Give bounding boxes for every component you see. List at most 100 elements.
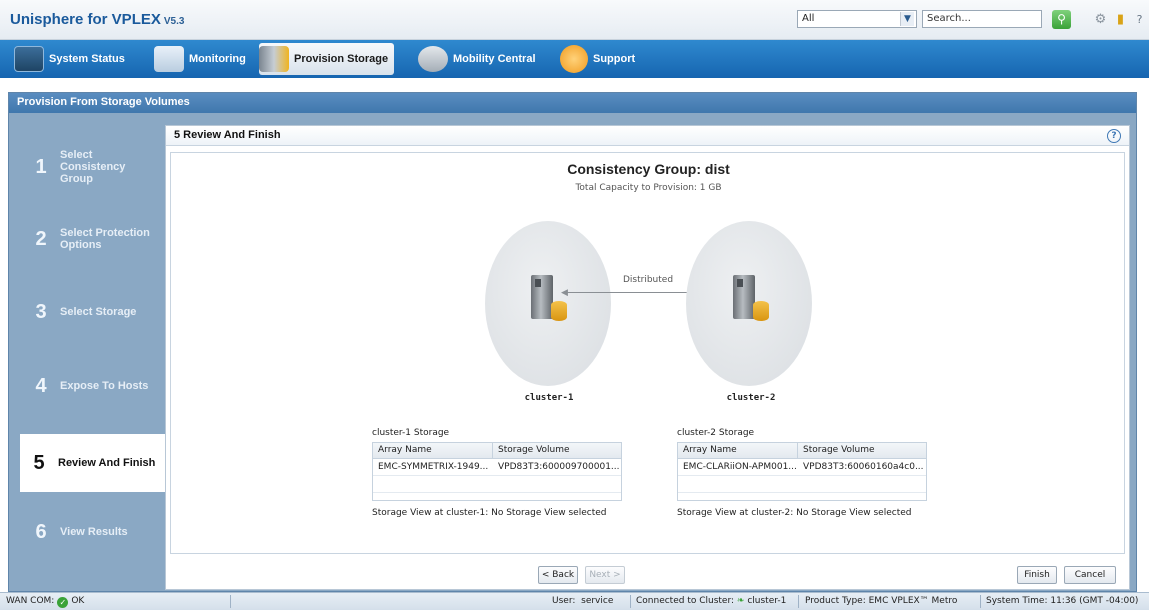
finish-button[interactable]: Finish	[1017, 566, 1057, 584]
product-type-status: Product Type: EMC VPLEX™ Metro	[805, 596, 957, 606]
cluster-1-storage-view: Storage View at cluster-1: No Storage Vi…	[372, 508, 607, 518]
product-value: EMC VPLEX™ Metro	[868, 596, 958, 606]
review-content: 5 Review And Finish ? Consistency Group:…	[165, 125, 1130, 590]
table-row-empty	[678, 476, 926, 493]
wizard-step-1[interactable]: 1 Select Consistency Group	[30, 149, 180, 185]
database-arrow-icon	[418, 46, 448, 72]
cluster-leaf-icon: ❧	[736, 596, 745, 606]
table-header: Array Name Storage Volume	[373, 443, 621, 459]
column-header-volume[interactable]: Storage Volume	[798, 443, 926, 458]
search-scope-value: All	[802, 13, 815, 24]
question-circle-icon	[560, 45, 588, 73]
cluster-1-label: cluster-1	[524, 393, 574, 403]
disk-stack-icon	[753, 301, 769, 321]
server-icon	[531, 275, 553, 319]
table-row[interactable]: EMC-SYMMETRIX-1949... VPD83T3:6000097000…	[373, 459, 621, 476]
nav-label: Monitoring	[189, 53, 246, 65]
wan-com-value: OK	[71, 596, 85, 606]
wizard-title: Provision From Storage Volumes	[9, 93, 1136, 113]
search-placeholder: Search...	[927, 13, 971, 24]
back-button[interactable]: < Back	[538, 566, 578, 584]
status-divider	[980, 595, 981, 608]
step-number: 3	[35, 300, 47, 323]
app-version: V5.3	[163, 16, 185, 27]
step-number: 1	[35, 155, 47, 178]
connected-label: Connected to Cluster:	[636, 596, 735, 606]
array-name-cell: EMC-SYMMETRIX-1949...	[378, 462, 489, 472]
search-scope-select[interactable]: All ▼	[797, 10, 917, 28]
table-row-empty	[373, 493, 621, 500]
chevron-down-icon[interactable]: ▼	[900, 12, 914, 26]
nav-system-status[interactable]: System Status	[14, 43, 125, 75]
cluster-1-storage-table: Array Name Storage Volume EMC-SYMMETRIX-…	[372, 442, 622, 501]
title-bar: Unisphere for VPLEX V5.3 All ▼ Search... …	[0, 0, 1149, 40]
disk-stack-icon	[551, 301, 567, 321]
app-title: Unisphere for VPLEX V5.3	[10, 11, 184, 28]
step-label: Select Consistency Group	[60, 149, 126, 185]
step-label: Select Protection Options	[60, 227, 150, 251]
table-row-empty	[373, 476, 621, 493]
user-value: service	[581, 596, 614, 606]
connected-value: cluster-1	[747, 596, 787, 606]
cluster-1-storage-title: cluster-1 Storage	[372, 428, 450, 438]
wan-com-status: WAN COM: ✓ OK	[6, 596, 84, 608]
wizard-step-2[interactable]: 2 Select Protection Options	[30, 222, 180, 256]
status-bar: WAN COM: ✓ OK User: service Connected to C…	[0, 592, 1149, 610]
server-icon	[733, 275, 755, 319]
nav-monitoring[interactable]: Monitoring	[154, 43, 246, 75]
step-number: 2	[35, 227, 47, 250]
help-icon[interactable]: ?	[1107, 129, 1121, 143]
search-icon[interactable]: ⚲	[1052, 10, 1071, 29]
nav-label: Support	[593, 53, 636, 65]
wizard-step-6[interactable]: 6 View Results	[30, 520, 180, 544]
next-button[interactable]: Next >	[585, 566, 625, 584]
gear-icon[interactable]: ⚙	[1092, 11, 1109, 28]
column-header-array[interactable]: Array Name	[373, 443, 493, 458]
search-input[interactable]: Search...	[922, 10, 1042, 28]
user-status: User: service	[552, 596, 613, 606]
step-label: View Results	[60, 526, 128, 538]
cluster-2-storage-table: Array Name Storage Volume EMC-CLARiiON-A…	[677, 442, 927, 501]
cancel-button[interactable]: Cancel	[1064, 566, 1116, 584]
table-header: Array Name Storage Volume	[678, 443, 926, 459]
cluster-2-storage-view: Storage View at cluster-2: No Storage Vi…	[677, 508, 912, 518]
wizard-step-5[interactable]: 5 Review And Finish	[20, 434, 178, 492]
main-nav: System Status Monitoring Provision Stora…	[0, 40, 1149, 78]
check-circle-icon: ✓	[57, 597, 69, 608]
array-name-cell: EMC-CLARiiON-APM001...	[683, 462, 797, 472]
status-divider	[798, 595, 799, 608]
status-divider	[630, 595, 631, 608]
waveform-icon	[154, 46, 184, 72]
wizard-step-4[interactable]: 4 Expose To Hosts	[30, 374, 180, 398]
table-row[interactable]: EMC-CLARiiON-APM001... VPD83T3:60060160a…	[678, 459, 926, 476]
consistency-group-title: Consistency Group: dist	[567, 161, 730, 177]
capacity-subtitle: Total Capacity to Provision: 1 GB	[575, 183, 722, 193]
product-label: Product Type:	[805, 596, 866, 606]
system-time: System Time: 11:36 (GMT -04:00)	[986, 596, 1139, 606]
nav-label: Mobility Central	[453, 53, 536, 65]
column-header-array[interactable]: Array Name	[678, 443, 798, 458]
monitor-chart-icon	[14, 46, 44, 72]
wan-com-label: WAN COM:	[6, 596, 55, 606]
notification-icon[interactable]: ▮	[1112, 11, 1129, 28]
step-header: 5 Review And Finish	[166, 126, 1129, 146]
review-panel: Consistency Group: dist Total Capacity t…	[170, 152, 1125, 554]
help-circle-icon[interactable]: ?	[1131, 11, 1148, 28]
step-number: 6	[35, 520, 47, 543]
step-label: Expose To Hosts	[60, 380, 149, 392]
nav-provision-storage[interactable]: Provision Storage	[259, 43, 395, 75]
step-label: Select Storage	[60, 306, 137, 318]
status-divider	[230, 595, 231, 608]
distributed-label: Distributed	[623, 275, 674, 285]
cluster-2-storage-title: cluster-2 Storage	[677, 428, 755, 438]
nav-support[interactable]: Support	[560, 43, 635, 75]
column-header-volume[interactable]: Storage Volume	[493, 443, 621, 458]
wizard-step-3[interactable]: 3 Select Storage	[30, 300, 180, 324]
table-row-empty	[678, 493, 926, 500]
nav-label: Provision Storage	[294, 53, 389, 65]
nav-label: System Status	[49, 53, 125, 65]
storage-folder-icon	[259, 46, 289, 72]
storage-volume-cell: VPD83T3:60060160a4c0...	[803, 462, 924, 472]
app-name: Unisphere for VPLEX	[10, 11, 161, 28]
nav-mobility-central[interactable]: Mobility Central	[418, 43, 536, 75]
